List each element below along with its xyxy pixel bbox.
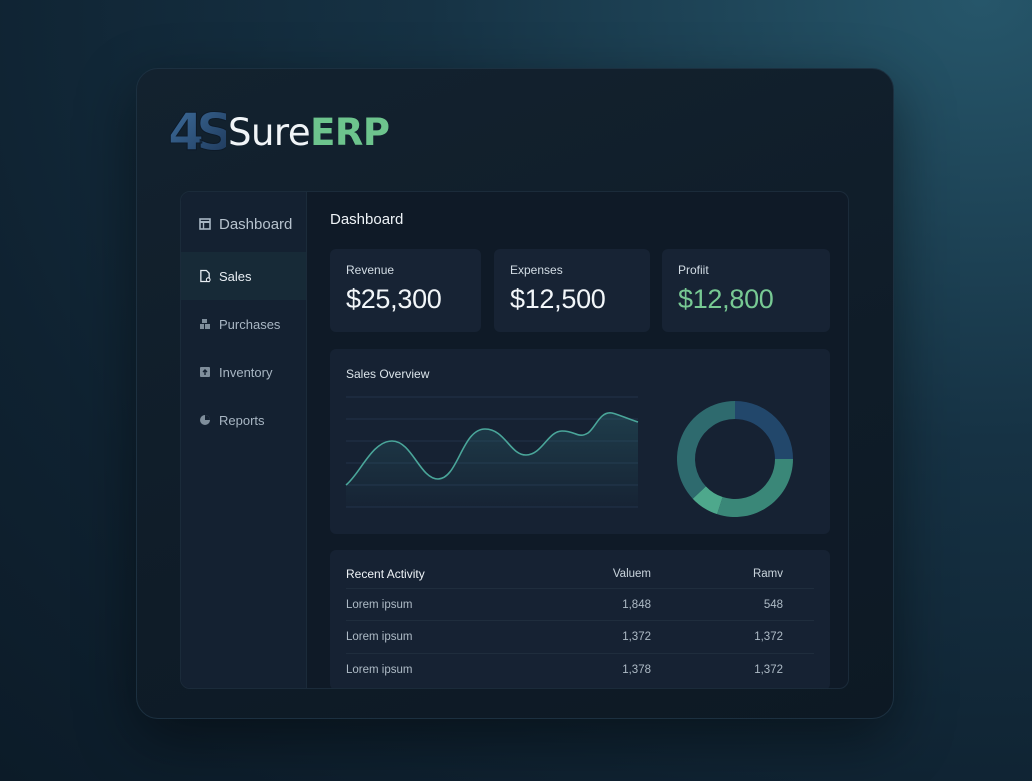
sidebar-item-sales[interactable]: Sales (181, 252, 306, 300)
table-row[interactable]: Lorem ipsum 1,848 548 (346, 588, 814, 620)
sales-overview-chart (345, 396, 793, 517)
row-value-2: 1,372 (754, 663, 783, 676)
kpi-card-expenses: Expenses $12,500 (494, 249, 650, 332)
kpi-label: Expenses (510, 263, 563, 277)
main-content: Dashboard Revenue $25,300 Expenses $12,5… (307, 192, 848, 688)
kpi-card-revenue: Revenue $25,300 (330, 249, 481, 332)
activity-table-header: Recent Activity Valuem Ramv (346, 562, 814, 586)
brand-name-erp: ERP (310, 110, 390, 154)
kpi-card-profit: Profiit $12,800 (662, 249, 830, 332)
column-header-ramv: Ramv (752, 568, 783, 580)
row-value-2: 548 (763, 598, 783, 611)
column-header-valuem: Valuem (612, 568, 651, 580)
sidebar-item-label: Purchases (219, 316, 281, 332)
donut-slice-4 (677, 401, 735, 499)
reports-icon (199, 414, 211, 426)
logo-mark-icon: 4S (168, 104, 226, 160)
activity-title: Recent Activity (346, 567, 425, 581)
purchases-icon (199, 318, 211, 330)
sidebar-item-purchases[interactable]: Purchases (181, 300, 306, 348)
row-name: Lorem ipsum (346, 598, 413, 611)
inventory-icon (199, 366, 211, 378)
kpi-label: Revenue (346, 263, 395, 277)
row-value-1: 1,372 (622, 630, 651, 643)
sales-donut-chart (677, 401, 793, 517)
sidebar-item-reports[interactable]: Reports (181, 396, 306, 444)
sales-overview-panel: Sales Overview (330, 349, 830, 534)
donut-slice-1 (735, 401, 793, 459)
sidebar-item-inventory[interactable]: Inventory (181, 348, 306, 396)
kpi-value: $12,800 (678, 284, 774, 314)
recent-activity-panel: Recent Activity Valuem Ramv Lorem ipsum … (330, 550, 830, 688)
sidebar-item-label: Inventory (219, 364, 273, 380)
row-value-2: 1,372 (754, 630, 783, 643)
row-name: Lorem ipsum (346, 663, 413, 676)
dashboard-icon (199, 218, 211, 230)
sidebar-item-label: Reports (219, 412, 265, 428)
sidebar: Dashboard Sales Purchases Inventory Repo… (181, 192, 307, 688)
table-row[interactable]: Lorem ipsum 1,378 1,372 (346, 653, 814, 685)
erp-app: Dashboard Sales Purchases Inventory Repo… (180, 191, 849, 689)
donut-slice-2 (717, 459, 793, 517)
kpi-value: $25,300 (346, 284, 442, 314)
kpi-value: $12,500 (510, 284, 606, 314)
row-value-1: 1,378 (622, 663, 651, 676)
table-row[interactable]: Lorem ipsum 1,372 1,372 (346, 620, 814, 652)
sales-icon (199, 269, 211, 283)
sidebar-item-dashboard[interactable]: Dashboard (181, 196, 306, 252)
row-name: Lorem ipsum (346, 630, 413, 643)
kpi-label: Profiit (678, 263, 709, 277)
brand-logo: 4S Sure ERP (168, 104, 390, 160)
svg-text:4S: 4S (168, 104, 226, 160)
row-value-1: 1,848 (622, 598, 651, 611)
sidebar-item-label: Dashboard (219, 215, 293, 233)
brand-name-sure: Sure (228, 110, 311, 154)
sidebar-item-label: Sales (219, 268, 252, 284)
page-title: Dashboard (330, 211, 404, 228)
